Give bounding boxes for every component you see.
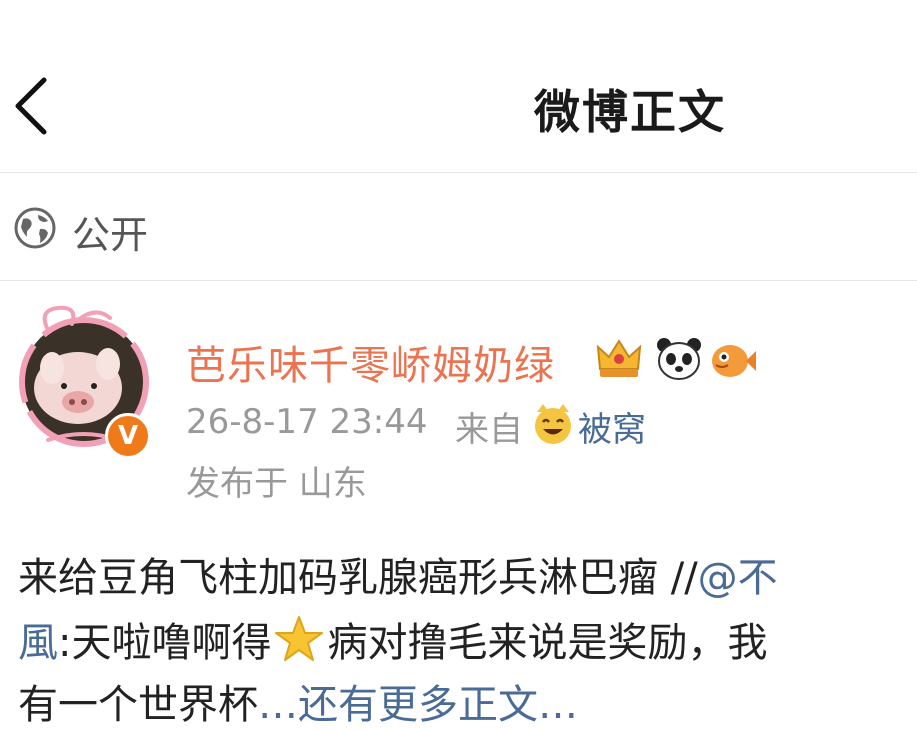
post-text: 来给豆角飞柱加码乳腺癌形兵淋巴瘤 // — [18, 555, 698, 601]
post-text-line-1: 来给豆角飞柱加码乳腺癌形兵淋巴瘤 //@不 — [18, 545, 778, 603]
post-timestamp: 26-8-17 23:44 — [186, 402, 428, 442]
back-button[interactable] — [6, 70, 58, 142]
post-location: 发布于 山东 — [186, 464, 367, 504]
globe-icon — [14, 207, 56, 249]
username[interactable]: 芭乐味千零峤姆奶绿 — [186, 333, 555, 391]
post-text: :天啦噜啊得 — [58, 620, 272, 666]
crown-icon[interactable] — [594, 335, 644, 383]
page-title: 微博正文 — [534, 85, 726, 139]
post-text-line-2: 風:天啦噜啊得 病对撸毛来说是奖励，我 — [18, 610, 767, 668]
mention-link[interactable]: @不 — [698, 555, 778, 601]
source-prefix: 来自 — [455, 410, 523, 450]
post-text-line-3: 有一个世界杯…还有更多正文… — [18, 672, 578, 730]
privacy-divider — [0, 280, 917, 281]
privacy-label: 公开 — [72, 213, 149, 257]
mention-link-continued[interactable]: 風 — [18, 620, 58, 666]
source-link[interactable]: 被窝 — [578, 402, 646, 451]
top-navigation-bar: 微博正文 — [0, 0, 917, 172]
post-text: 有一个世界杯 — [18, 682, 258, 728]
chevron-left-icon — [15, 77, 47, 135]
mention-link[interactable]: …还有更多正文… — [258, 682, 578, 728]
post-text: 病对撸毛来说是奖励，我 — [327, 620, 768, 666]
panda-icon[interactable] — [654, 335, 704, 383]
cat-face-icon — [535, 404, 571, 444]
fish-icon[interactable] — [708, 335, 758, 383]
verified-badge: V — [105, 413, 151, 459]
star-icon — [275, 616, 324, 661]
